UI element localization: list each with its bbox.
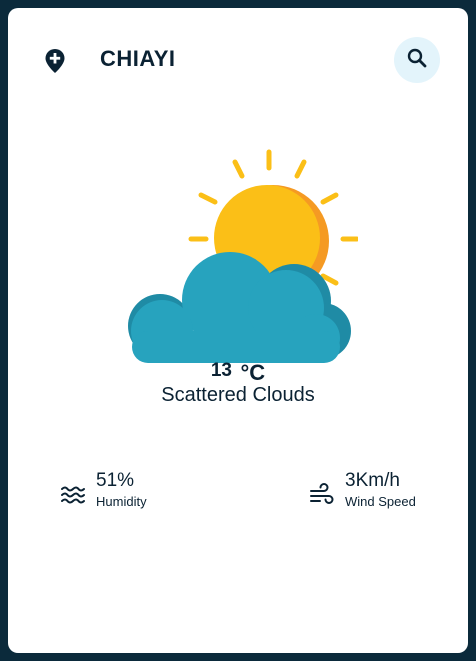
wind-stat: 3Km/h Wind Speed [309,470,416,509]
wind-icon [309,482,335,508]
city-name: CHIAYI [100,46,176,71]
temperature-value: 13 [210,360,232,381]
temperature-unit: °C [240,360,266,385]
humidity-value: 51% [96,470,135,491]
weather-description: Scattered Clouds [161,384,315,406]
weather-illustration [118,148,360,368]
waves-icon [60,482,86,508]
header: CHIAYI [8,8,468,118]
search-button[interactable] [394,37,440,83]
wind-value: 3Km/h [345,470,400,491]
add-location-icon[interactable] [44,48,66,74]
temperature: 13 °C [8,360,468,386]
wind-label: Wind Speed [345,494,416,509]
search-icon [406,47,428,74]
weather-card: CHIAYI 13 °C Scattered Clouds 51% Humidi… [8,8,468,653]
humidity-label: Humidity [96,494,147,509]
humidity-stat: 51% Humidity [60,470,147,509]
